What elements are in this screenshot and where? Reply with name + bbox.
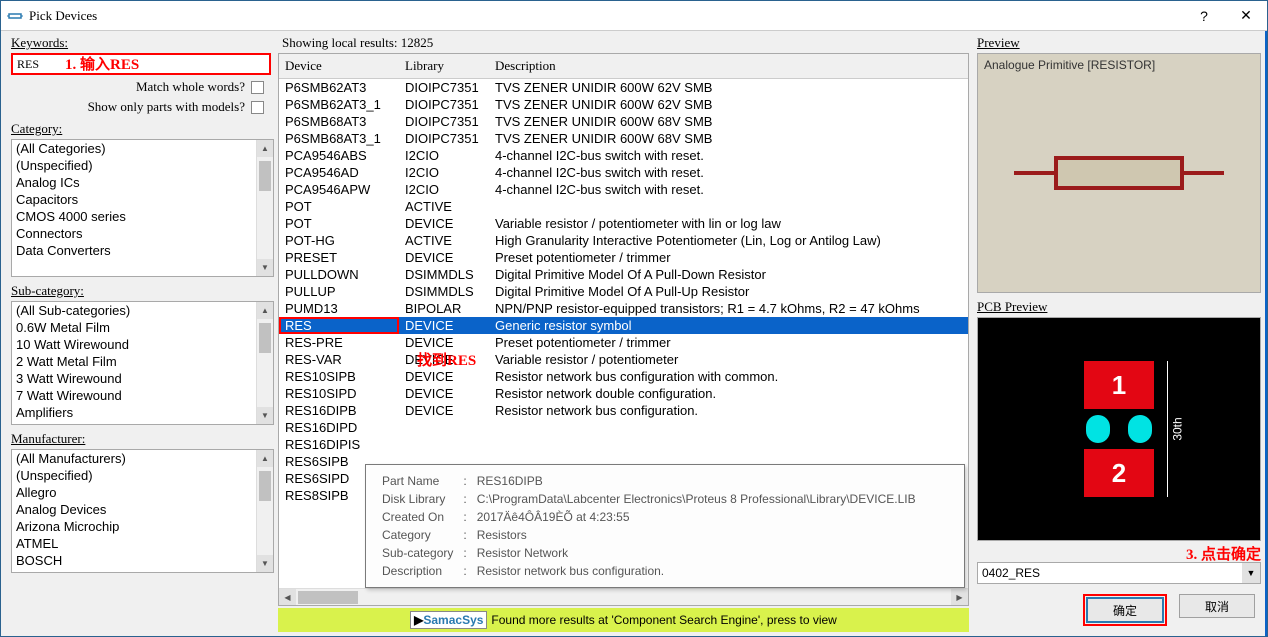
titlebar: Pick Devices ? ✕ bbox=[1, 1, 1267, 31]
preview-panel: Preview Analogue Primitive [RESISTOR] PC… bbox=[971, 31, 1267, 636]
list-item[interactable]: 2 Watt Metal Film bbox=[12, 353, 273, 370]
table-row[interactable]: PCA9546APWI2CIO4-channel I2C-bus switch … bbox=[279, 181, 968, 198]
list-item[interactable]: 0.6W Metal Film bbox=[12, 319, 273, 336]
table-row[interactable]: PULLDOWNDSIMMDLSDigital Primitive Model … bbox=[279, 266, 968, 283]
list-item[interactable]: 10 Watt Wirewound bbox=[12, 336, 273, 353]
tooltip: Part Name:RES16DIPB Disk Library:C:\Prog… bbox=[365, 464, 965, 588]
list-item[interactable]: Amplifiers bbox=[12, 404, 273, 421]
table-row[interactable]: RES16DIPBDEVICEResistor network bus conf… bbox=[279, 402, 968, 419]
results-table[interactable]: Device Library Description P6SMB62AT3DIO… bbox=[279, 54, 968, 504]
keywords-label: Keywords: bbox=[11, 35, 274, 51]
list-item[interactable]: BOSCH bbox=[12, 552, 273, 569]
table-row[interactable]: P6SMB62AT3_1DIOIPC7351TVS ZENER UNIDIR 6… bbox=[279, 96, 968, 113]
pcb-preview-label: PCB Preview bbox=[977, 299, 1261, 315]
footprint-value: 0402_RES bbox=[982, 566, 1040, 580]
list-item[interactable]: (Unspecified) bbox=[12, 467, 273, 484]
list-item[interactable]: (All Categories) bbox=[12, 140, 273, 157]
col-description[interactable]: Description bbox=[489, 54, 968, 79]
table-row[interactable]: PCA9546ABSI2CIO4-channel I2C-bus switch … bbox=[279, 147, 968, 164]
manufacturer-label: Manufacturer: bbox=[11, 431, 274, 447]
col-device[interactable]: Device bbox=[279, 54, 399, 79]
scrollbar[interactable]: ▲▼ bbox=[256, 302, 273, 424]
only-models-checkbox[interactable] bbox=[251, 101, 264, 114]
table-row[interactable]: POTACTIVE bbox=[279, 198, 968, 215]
preview-caption: Analogue Primitive [RESISTOR] bbox=[984, 58, 1155, 72]
results-count: Showing local results: 12825 bbox=[282, 35, 969, 51]
scrollbar[interactable]: ▲▼ bbox=[256, 140, 273, 276]
list-item[interactable]: Allegro bbox=[12, 484, 273, 501]
left-panel: Keywords: 1. 输入RES Match whole words? Sh… bbox=[1, 31, 276, 636]
chevron-down-icon[interactable]: ▼ bbox=[1242, 563, 1260, 583]
table-row[interactable]: RES16DIPD bbox=[279, 419, 968, 436]
table-row[interactable]: PRESETDEVICEPreset potentiometer / trimm… bbox=[279, 249, 968, 266]
list-item[interactable]: Analog Devices bbox=[12, 501, 273, 518]
hscrollbar[interactable]: ◀▶ bbox=[279, 588, 968, 605]
pcb-preview: 1 2 30th bbox=[977, 317, 1261, 541]
col-library[interactable]: Library bbox=[399, 54, 489, 79]
keywords-input-wrap bbox=[11, 53, 271, 75]
cancel-button[interactable]: 取消 bbox=[1179, 594, 1255, 618]
subcategory-label: Sub-category: bbox=[11, 283, 274, 299]
selection-indicator bbox=[1265, 31, 1267, 636]
table-row[interactable]: RES-PREDEVICEPreset potentiometer / trim… bbox=[279, 334, 968, 351]
table-row[interactable]: RES16DIPIS bbox=[279, 436, 968, 453]
ok-button[interactable]: 确定 bbox=[1087, 598, 1163, 622]
table-row[interactable]: PULLUPDSIMMDLSDigital Primitive Model Of… bbox=[279, 283, 968, 300]
category-label: Category: bbox=[11, 121, 274, 137]
close-button[interactable]: ✕ bbox=[1225, 1, 1267, 31]
category-list[interactable]: (All Categories)(Unspecified)Analog ICsC… bbox=[11, 139, 274, 277]
dialog-window: Pick Devices ? ✕ Keywords: 1. 输入RES Matc… bbox=[0, 0, 1268, 637]
list-item[interactable]: (All Sub-categories) bbox=[12, 302, 273, 319]
list-item[interactable]: CMOS 4000 series bbox=[12, 208, 273, 225]
table-row[interactable]: RES10SIPBDEVICEResistor network bus conf… bbox=[279, 368, 968, 385]
table-row[interactable]: RESDEVICEGeneric resistor symbol bbox=[279, 317, 968, 334]
list-item[interactable]: (All Manufacturers) bbox=[12, 450, 273, 467]
table-row[interactable]: POTDEVICEVariable resistor / potentiomet… bbox=[279, 215, 968, 232]
drill-icon bbox=[1128, 415, 1152, 443]
table-row[interactable]: PUMD13BIPOLARNPN/PNP resistor-equipped t… bbox=[279, 300, 968, 317]
results-panel: Showing local results: 12825 Device Libr… bbox=[276, 31, 971, 636]
scrollbar[interactable]: ▲▼ bbox=[256, 450, 273, 572]
footprint: 1 2 30th bbox=[1084, 361, 1154, 497]
list-item[interactable]: Arizona Microchip bbox=[12, 518, 273, 535]
list-item[interactable]: Data Converters bbox=[12, 242, 273, 259]
only-models-label: Show only parts with models? bbox=[88, 99, 245, 115]
subcategory-list[interactable]: (All Sub-categories)0.6W Metal Film10 Wa… bbox=[11, 301, 274, 425]
table-row[interactable]: RES10SIPDDEVICEResistor network double c… bbox=[279, 385, 968, 402]
schematic-preview: Analogue Primitive [RESISTOR] bbox=[977, 53, 1261, 293]
samacsys-text: Found more results at 'Component Search … bbox=[491, 613, 836, 627]
match-whole-checkbox[interactable] bbox=[251, 81, 264, 94]
list-item[interactable]: 3 Watt Wirewound bbox=[12, 370, 273, 387]
samacsys-banner[interactable]: ▶SamacSys Found more results at 'Compone… bbox=[278, 608, 969, 632]
window-title: Pick Devices bbox=[29, 8, 1183, 24]
list-item[interactable]: ATMEL bbox=[12, 535, 273, 552]
footprint-dropdown[interactable]: 0402_RES ▼ bbox=[977, 562, 1261, 584]
table-row[interactable]: P6SMB68AT3_1DIOIPC7351TVS ZENER UNIDIR 6… bbox=[279, 130, 968, 147]
app-icon bbox=[7, 8, 23, 24]
samacsys-logo: ▶SamacSys bbox=[410, 611, 487, 629]
annotation-step3: 3. 点击确定 bbox=[977, 543, 1261, 564]
list-item[interactable]: (Unspecified) bbox=[12, 157, 273, 174]
list-item[interactable]: Connectors bbox=[12, 225, 273, 242]
table-row[interactable]: P6SMB62AT3DIOIPC7351TVS ZENER UNIDIR 600… bbox=[279, 79, 968, 97]
results-table-wrap: Device Library Description P6SMB62AT3DIO… bbox=[278, 53, 969, 606]
table-row[interactable]: POT-HGACTIVEHigh Granularity Interactive… bbox=[279, 232, 968, 249]
table-row[interactable]: RES-VARDEVICEVariable resistor / potenti… bbox=[279, 351, 968, 368]
keywords-input[interactable] bbox=[17, 57, 265, 72]
list-item[interactable]: Analog ICs bbox=[12, 174, 273, 191]
manufacturer-list[interactable]: (All Manufacturers)(Unspecified)AllegroA… bbox=[11, 449, 274, 573]
pad-1: 1 bbox=[1084, 361, 1154, 409]
help-button[interactable]: ? bbox=[1183, 1, 1225, 31]
list-item[interactable]: Capacitors bbox=[12, 191, 273, 208]
drill-icon bbox=[1086, 415, 1110, 443]
list-item[interactable]: 7 Watt Wirewound bbox=[12, 387, 273, 404]
preview-label: Preview bbox=[977, 35, 1261, 51]
table-row[interactable]: P6SMB68AT3DIOIPC7351TVS ZENER UNIDIR 600… bbox=[279, 113, 968, 130]
pad-2: 2 bbox=[1084, 449, 1154, 497]
match-whole-label: Match whole words? bbox=[136, 79, 245, 95]
table-row[interactable]: PCA9546ADI2CIO4-channel I2C-bus switch w… bbox=[279, 164, 968, 181]
resistor-symbol bbox=[1014, 156, 1224, 190]
dimension: 30th bbox=[1158, 361, 1198, 497]
